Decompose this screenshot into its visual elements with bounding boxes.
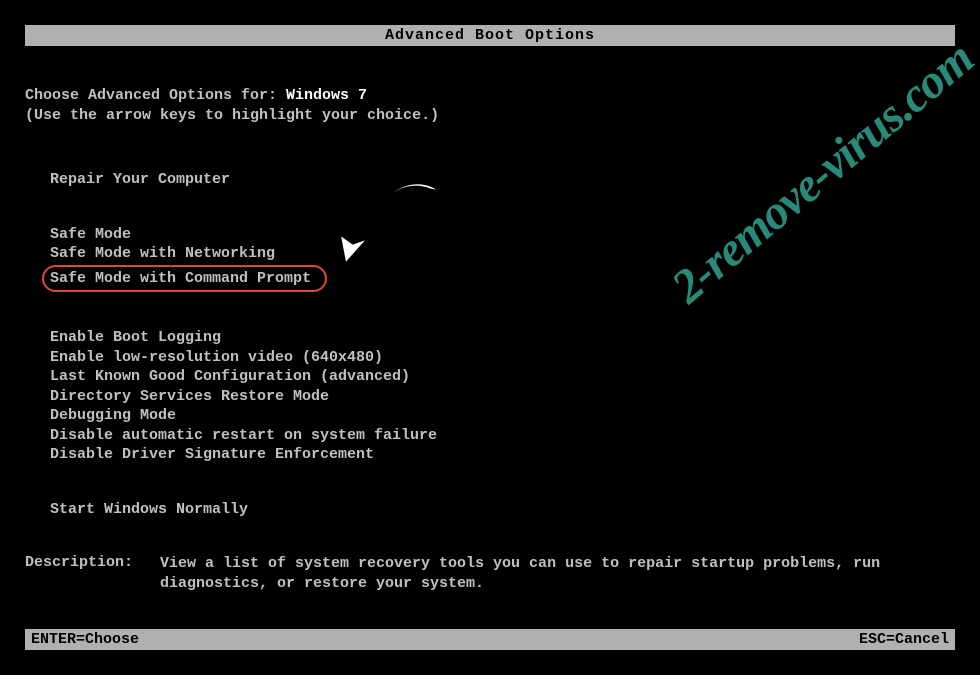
menu-item-low-res[interactable]: Enable low-resolution video (640x480) [50, 348, 955, 368]
menu-item-ds-restore[interactable]: Directory Services Restore Mode [50, 387, 955, 407]
boot-menu: Repair Your Computer Safe Mode Safe Mode… [25, 170, 955, 519]
menu-item-last-known-good[interactable]: Last Known Good Configuration (advanced) [50, 367, 955, 387]
intro-prefix: Choose Advanced Options for: [25, 87, 286, 104]
menu-item-disable-driver-sig[interactable]: Disable Driver Signature Enforcement [50, 445, 955, 465]
footer-enter: ENTER=Choose [31, 631, 139, 648]
description-label: Description: [25, 554, 160, 595]
footer-esc: ESC=Cancel [859, 631, 949, 648]
title-bar: Advanced Boot Options [25, 25, 955, 46]
menu-item-safe-mode-command-prompt[interactable]: Safe Mode with Command Prompt [42, 265, 327, 293]
os-name: Windows 7 [286, 87, 367, 104]
description-text: View a list of system recovery tools you… [160, 554, 955, 595]
menu-item-safe-mode[interactable]: Safe Mode [50, 225, 955, 245]
menu-item-debugging[interactable]: Debugging Mode [50, 406, 955, 426]
menu-item-disable-auto-restart[interactable]: Disable automatic restart on system fail… [50, 426, 955, 446]
footer-bar: ENTER=Choose ESC=Cancel [25, 629, 955, 650]
menu-item-repair[interactable]: Repair Your Computer [50, 170, 955, 190]
description-block: Description: View a list of system recov… [25, 554, 955, 595]
intro-text: Choose Advanced Options for: Windows 7 (… [25, 86, 955, 125]
menu-item-boot-logging[interactable]: Enable Boot Logging [50, 328, 955, 348]
menu-item-start-normally[interactable]: Start Windows Normally [50, 500, 955, 520]
intro-hint: (Use the arrow keys to highlight your ch… [25, 106, 955, 126]
menu-item-safe-mode-networking[interactable]: Safe Mode with Networking [50, 244, 955, 264]
